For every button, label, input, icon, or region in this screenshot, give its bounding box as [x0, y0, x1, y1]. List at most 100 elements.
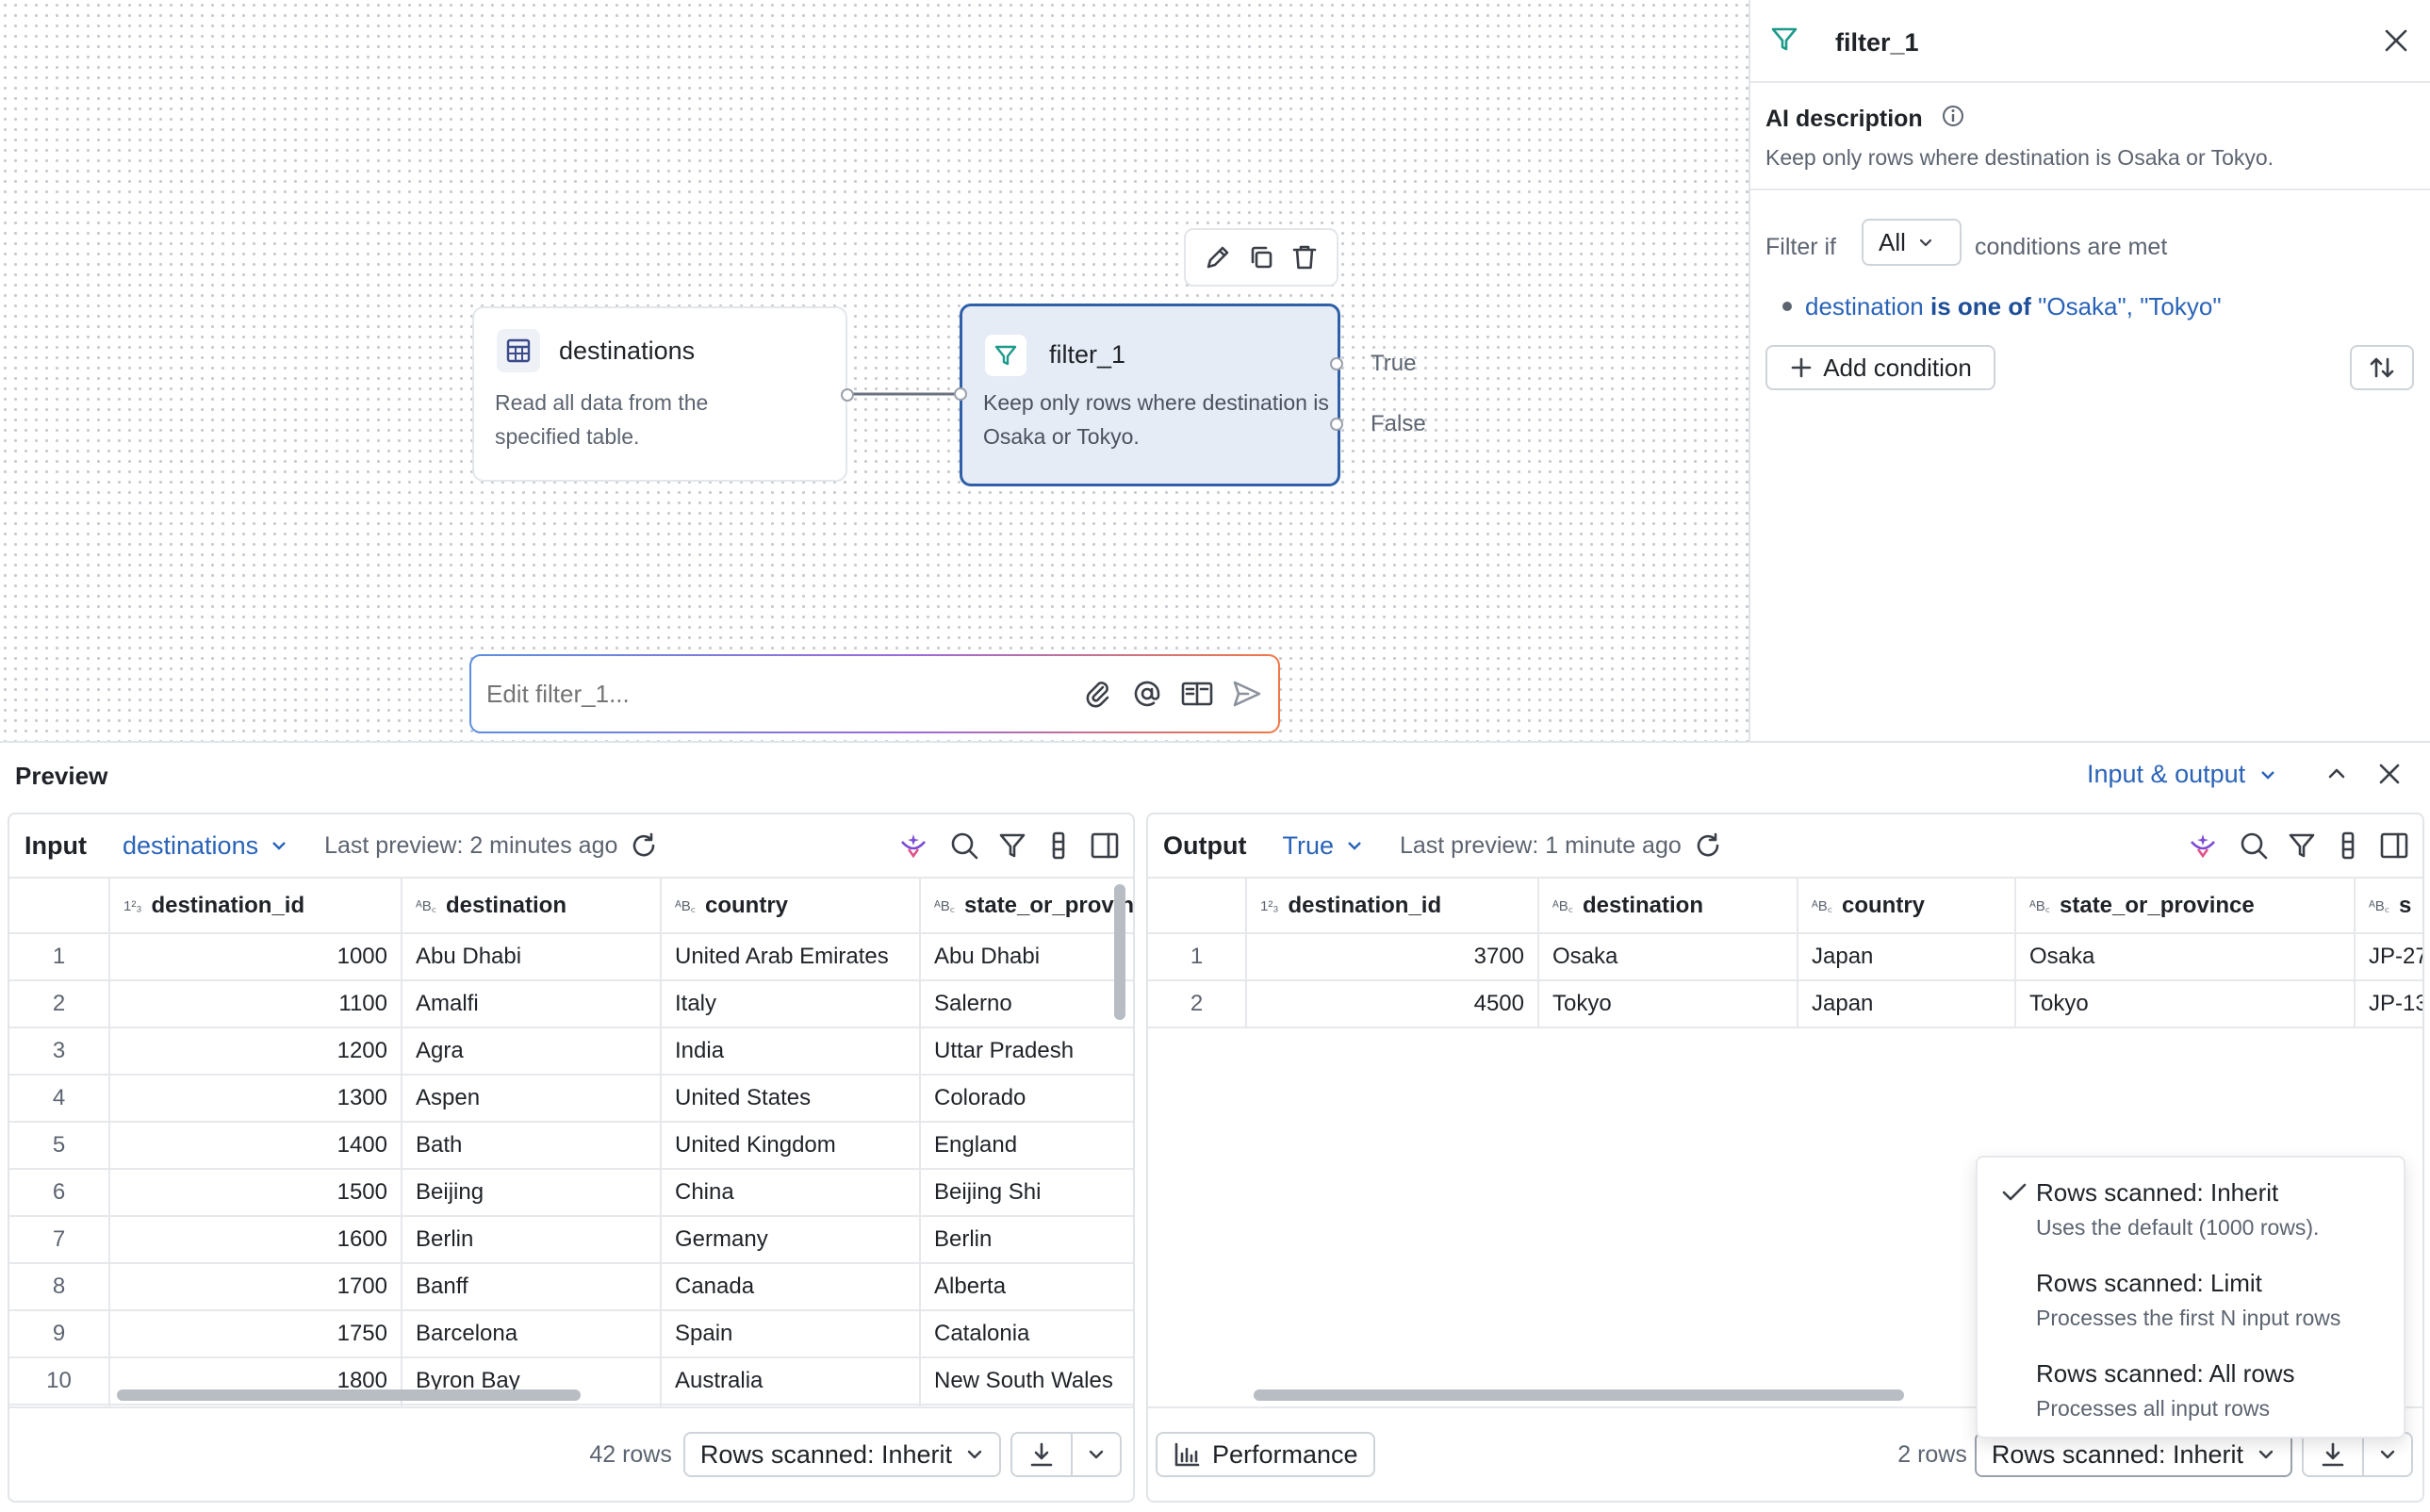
pipeline-canvas[interactable]: destinations Read all data from the spec… — [0, 0, 1749, 741]
table-row[interactable]: 3 1200 Agra India Uttar Pradesh — [9, 1027, 1133, 1076]
input-rows-scanned-select[interactable]: Rows scanned: Inherit — [682, 1432, 1001, 1477]
table-row[interactable]: 1 3700 Osaka Japan Osaka JP-27 — [1148, 933, 2422, 981]
horizontal-scrollbar[interactable] — [117, 1389, 581, 1401]
column-header[interactable]: 1²₃ destination_id — [1246, 879, 1539, 934]
filter-node-description: Keep only rows where destination is Osak… — [983, 390, 1329, 449]
chevron-down-icon — [2257, 1445, 2275, 1464]
false-output-port[interactable] — [1330, 418, 1343, 431]
filter-icon[interactable] — [997, 830, 1027, 861]
source-node-description: Read all data from the specified table. — [495, 390, 709, 449]
numeric-type-icon: 1²₃ — [1260, 897, 1279, 914]
filter-node[interactable]: filter_1 Keep only rows where destinatio… — [954, 304, 1343, 486]
edit-icon[interactable] — [1203, 242, 1233, 272]
table-row[interactable]: 5 1400 Bath United Kingdom England — [9, 1122, 1133, 1170]
ai-assist-icon[interactable] — [2187, 830, 2219, 861]
download-icon[interactable] — [2304, 1434, 2364, 1475]
info-icon[interactable] — [1941, 104, 1965, 128]
input-table-container[interactable]: 1²₃ destination_id ᴬB꜀ destination ᴬB꜀ countr… — [9, 879, 1133, 1406]
table-cell: Italy — [661, 980, 921, 1028]
rows-scanned-option[interactable]: Rows scanned: Inherit Uses the default (1… — [1978, 1158, 2404, 1248]
table-cell: JP-13 — [2355, 980, 2422, 1028]
close-panel-icon[interactable] — [2382, 26, 2410, 55]
column-header-label: s — [2399, 892, 2412, 918]
table-row[interactable]: 9 1750 Barcelona Spain Catalonia — [9, 1310, 1133, 1358]
toggle-sidebar-icon[interactable] — [2379, 830, 2409, 861]
delete-icon[interactable] — [1289, 242, 1320, 272]
column-header[interactable]: ᴬB꜀ state_or_province — [920, 879, 1133, 934]
column-header[interactable]: 1²₃ destination_id — [109, 879, 402, 934]
add-condition-button[interactable]: Add condition — [1765, 345, 1995, 390]
mention-icon[interactable] — [1131, 678, 1163, 710]
attach-icon[interactable] — [1082, 678, 1114, 710]
column-options-icon[interactable] — [2334, 830, 2362, 861]
table-row[interactable]: 4 1300 Aspen United States Colorado — [9, 1075, 1133, 1123]
rows-scanned-option[interactable]: Rows scanned: Limit Processes the first N… — [1978, 1248, 2404, 1339]
ai-assist-icon[interactable] — [897, 830, 929, 861]
send-icon[interactable] — [1231, 678, 1263, 710]
row-index: 4 — [9, 1075, 110, 1123]
column-header[interactable]: ᴬB꜀ s — [2355, 879, 2422, 934]
table-cell: Beijing Shi — [920, 1169, 1133, 1217]
search-icon[interactable] — [2238, 830, 2270, 862]
download-options-icon[interactable] — [2364, 1434, 2411, 1475]
column-options-icon[interactable] — [1044, 830, 1073, 861]
download-options-icon[interactable] — [1073, 1434, 1120, 1475]
input-row-count: 42 rows — [589, 1440, 672, 1468]
table-row[interactable]: 1 1000 Abu Dhabi United Arab Emirates Abu Dh… — [9, 933, 1133, 981]
output-branch-select[interactable]: True — [1282, 831, 1364, 861]
horizontal-scrollbar[interactable] — [1254, 1389, 1904, 1401]
source-node[interactable]: destinations Read all data from the spec… — [472, 306, 854, 482]
column-header[interactable]: ᴬB꜀ state_or_province — [2015, 879, 2356, 934]
table-cell: 3700 — [1246, 933, 1539, 981]
column-header[interactable]: ᴬB꜀ country — [661, 879, 921, 934]
input-label: Input — [25, 830, 87, 860]
column-header[interactable]: ᴬB꜀ destination — [1538, 879, 1798, 934]
input-source-select[interactable]: destinations — [123, 831, 288, 861]
refresh-icon[interactable] — [629, 830, 659, 861]
column-header-label: country — [1842, 892, 1926, 918]
close-preview-icon[interactable] — [2375, 760, 2404, 788]
node-connection — [846, 392, 963, 396]
toggle-sidebar-icon[interactable] — [1090, 830, 1120, 861]
source-output-port[interactable] — [841, 388, 854, 402]
row-index: 9 — [9, 1310, 110, 1358]
duplicate-icon[interactable] — [1246, 242, 1276, 272]
row-index-header — [1148, 879, 1247, 934]
performance-button[interactable]: Performance — [1156, 1432, 1375, 1477]
column-header[interactable]: ᴬB꜀ country — [1798, 879, 2016, 934]
table-cell: Canada — [661, 1263, 921, 1311]
node-details-panel: filter_1 AI description Keep only rows w… — [1749, 0, 2430, 741]
filter-condition[interactable]: destination is one of "Osaka", "Tokyo" — [1805, 292, 2222, 321]
refresh-icon[interactable] — [1693, 830, 1723, 861]
table-row[interactable]: 7 1600 Berlin Germany Berlin — [9, 1216, 1133, 1264]
table-cell: Bath — [402, 1122, 662, 1170]
vertical-scrollbar[interactable] — [1114, 884, 1125, 1020]
catalog-icon[interactable] — [1180, 678, 1214, 710]
output-rows-scanned-value: Rows scanned: Inherit — [1991, 1439, 2243, 1469]
table-row[interactable]: 2 4500 Tokyo Japan Tokyo JP-13 — [1148, 980, 2422, 1028]
sort-conditions-button[interactable] — [2350, 345, 2414, 390]
table-row[interactable]: 11 — [9, 1405, 1133, 1406]
collapse-preview-icon[interactable] — [2323, 760, 2351, 788]
output-rows-scanned-select[interactable]: Rows scanned: Inherit — [1974, 1432, 2292, 1477]
ai-description-text: Keep only rows where destination is Osak… — [1765, 145, 2274, 170]
preview-title: Preview — [15, 762, 108, 790]
filter-input-port[interactable] — [954, 387, 967, 401]
filter-mode-select[interactable]: All — [1862, 219, 1962, 266]
table-row[interactable]: 2 1100 Amalfi Italy Salerno — [9, 980, 1133, 1028]
table-row[interactable]: 8 1700 Banff Canada Alberta — [9, 1263, 1133, 1311]
edit-node-input[interactable] — [486, 679, 1071, 709]
chevron-down-icon — [270, 836, 288, 855]
rows-scanned-option[interactable]: Rows scanned: All rows Processes all inpu… — [1978, 1339, 2404, 1429]
search-icon[interactable] — [948, 830, 980, 862]
table-cell: England — [920, 1122, 1133, 1170]
filter-icon[interactable] — [2287, 830, 2317, 861]
download-icon[interactable] — [1012, 1434, 1073, 1475]
table-cell — [402, 1405, 662, 1406]
table-row[interactable]: 6 1500 Beijing China Beijing Shi — [9, 1169, 1133, 1217]
table-cell: Colorado — [920, 1075, 1133, 1123]
column-header[interactable]: ᴬB꜀ destination — [402, 879, 662, 934]
true-output-port[interactable] — [1330, 357, 1343, 370]
column-header-label: state_or_province — [964, 892, 1133, 918]
preview-mode-select[interactable]: Input & output — [2087, 760, 2277, 789]
